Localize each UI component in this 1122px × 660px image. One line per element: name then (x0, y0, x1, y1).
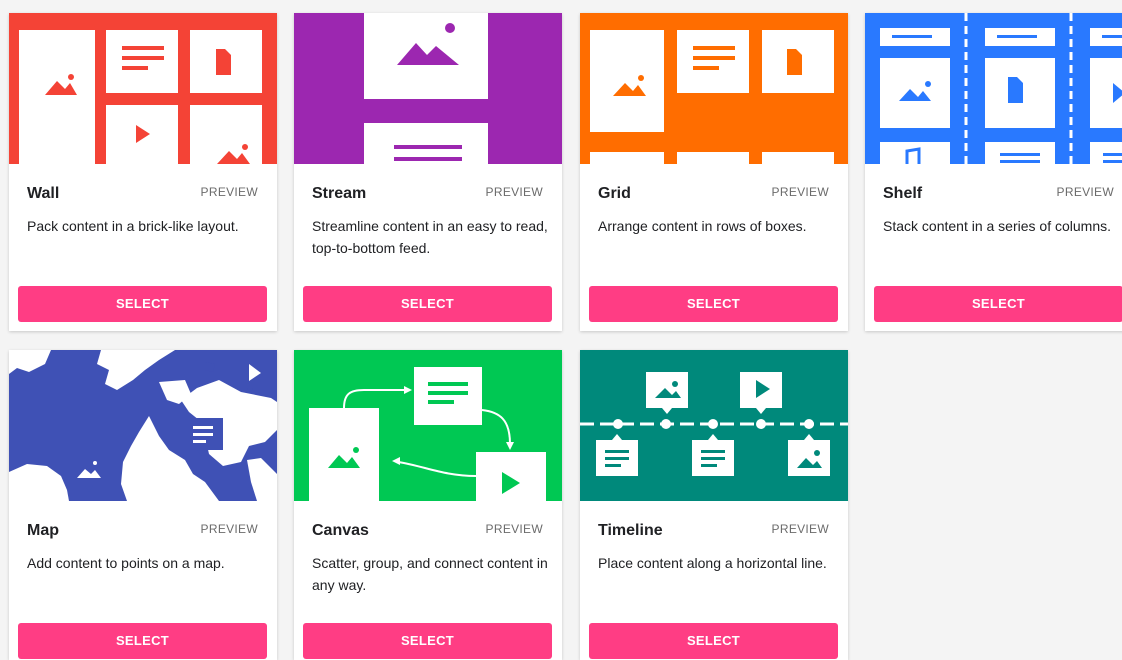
select-button[interactable]: SELECT (589, 286, 838, 322)
card-description: Stack content in a series of columns. (883, 218, 1111, 234)
grid-illustration[interactable] (580, 13, 848, 164)
preview-link[interactable]: PREVIEW (486, 522, 543, 536)
card-title: Map (27, 522, 59, 539)
layout-card-grid: Grid PREVIEW Arrange content in rows of … (580, 13, 848, 331)
layout-card-shelf: Shelf PREVIEW Stack content in a series … (865, 13, 1122, 331)
map-illustration[interactable] (9, 350, 277, 501)
select-button[interactable]: SELECT (589, 623, 838, 659)
card-description: Add content to points on a map. (27, 555, 225, 571)
layout-card-map: Map PREVIEW Add content to points on a m… (9, 350, 277, 660)
card-description: Streamline content in an easy to read, t… (312, 218, 548, 256)
preview-link[interactable]: PREVIEW (1057, 185, 1114, 199)
card-title: Shelf (883, 185, 923, 202)
preview-link[interactable]: PREVIEW (772, 185, 829, 199)
select-button[interactable]: SELECT (18, 623, 267, 659)
card-description: Scatter, group, and connect content in a… (312, 555, 548, 593)
card-description: Place content along a horizontal line. (598, 555, 827, 571)
wall-illustration[interactable] (9, 13, 277, 164)
select-button[interactable]: SELECT (18, 286, 267, 322)
layout-card-wall: Wall PREVIEW Pack content in a brick-lik… (9, 13, 277, 331)
layout-card-canvas: Canvas PREVIEW Scatter, group, and conne… (294, 350, 562, 660)
timeline-illustration[interactable] (580, 350, 848, 501)
card-title: Stream (312, 185, 367, 202)
preview-link[interactable]: PREVIEW (486, 185, 543, 199)
card-title: Timeline (598, 522, 663, 539)
preview-link[interactable]: PREVIEW (772, 522, 829, 536)
card-description: Pack content in a brick-like layout. (27, 218, 239, 234)
canvas-illustration[interactable] (294, 350, 562, 501)
stream-illustration[interactable] (294, 13, 562, 164)
card-description: Arrange content in rows of boxes. (598, 218, 807, 234)
layout-card-timeline: Timeline PREVIEW Place content along a h… (580, 350, 848, 660)
select-button[interactable]: SELECT (874, 286, 1122, 322)
preview-link[interactable]: PREVIEW (201, 522, 258, 536)
card-title: Grid (598, 185, 631, 202)
card-title: Canvas (312, 522, 369, 539)
card-title: Wall (27, 185, 60, 202)
select-button[interactable]: SELECT (303, 623, 552, 659)
layout-card-stream: Stream PREVIEW Streamline content in an … (294, 13, 562, 331)
shelf-illustration[interactable] (865, 13, 1122, 164)
preview-link[interactable]: PREVIEW (201, 185, 258, 199)
select-button[interactable]: SELECT (303, 286, 552, 322)
